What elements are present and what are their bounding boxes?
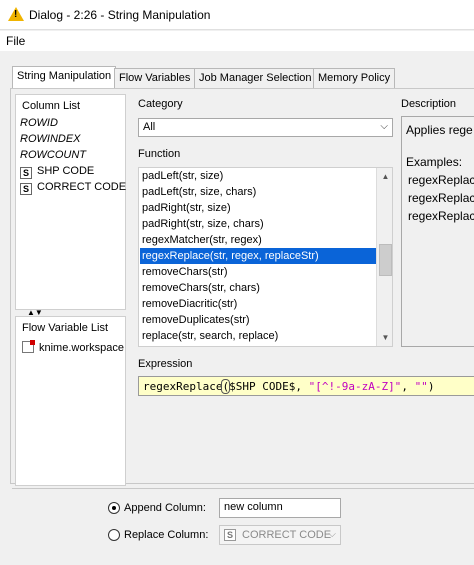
expression-function: regexReplace [143, 380, 223, 393]
expression-label: Expression [138, 358, 193, 370]
function-item[interactable]: removeChars(str, chars) [140, 280, 378, 296]
chevron-down-icon: ⌵ [380, 121, 388, 132]
flow-variable-icon [22, 340, 35, 353]
replace-column-radio[interactable] [108, 529, 120, 541]
tab-flow-variables[interactable]: Flow Variables [114, 68, 196, 88]
chevron-down-icon: ⌵ [328, 529, 336, 540]
column-list-header: Column List [22, 100, 81, 112]
function-item[interactable]: replace(str, search, replace) [140, 328, 378, 344]
function-item[interactable]: regexMatcher(str, regex) [140, 232, 378, 248]
expression-replacement: "" [414, 380, 428, 393]
description-label: Description [401, 98, 457, 110]
category-select[interactable]: All ⌵ [138, 118, 393, 137]
description-panel: Applies rege Examples: regexReplac regex… [401, 116, 474, 347]
replace-column-select[interactable]: S CORRECT CODE ⌵ [219, 525, 341, 545]
function-list-scrollbar[interactable]: ▲ ▼ [376, 168, 392, 346]
scrollbar-thumb[interactable] [379, 244, 392, 276]
string-type-icon: S [20, 183, 32, 195]
category-value: All [143, 121, 156, 133]
flow-variable-label: knime.workspace [39, 342, 124, 354]
category-label: Category [138, 98, 183, 110]
flow-variable-item[interactable]: knime.workspace [22, 340, 124, 354]
scroll-up-icon[interactable]: ▲ [378, 169, 392, 184]
replace-column-label: Replace Column: [124, 529, 209, 541]
tab-memory-policy[interactable]: Memory Policy [313, 68, 396, 88]
column-item-rowid[interactable]: ROWID [20, 117, 58, 129]
replace-column-value: CORRECT CODE [242, 529, 332, 541]
description-example: regexReplac [408, 173, 474, 187]
description-example: regexReplac [408, 209, 474, 223]
expression-close-paren: ) [427, 380, 435, 393]
window-title: Dialog - 2:26 - String Manipulation [29, 8, 211, 22]
append-column-radio[interactable] [108, 502, 120, 514]
string-type-icon: S [20, 167, 32, 179]
flow-variable-list: Flow Variable List knime.workspace [15, 316, 126, 486]
expression-regex: "[^!-9a-zA-Z]" [308, 380, 402, 393]
function-item[interactable]: padLeft(str, size, chars) [140, 184, 378, 200]
warning-triangle-icon [8, 7, 24, 21]
expression-column: $SHP CODE$ [229, 380, 296, 393]
description-example: regexReplac [408, 191, 474, 205]
column-list: Column List ROWID ROWINDEX ROWCOUNT S SHP… [15, 94, 126, 310]
tab-string-manipulation[interactable]: String Manipulation [12, 66, 117, 89]
scroll-down-icon[interactable]: ▼ [378, 330, 392, 345]
description-examples-label: Examples: [406, 155, 463, 169]
column-item-correct-code[interactable]: S CORRECT CODE [20, 181, 126, 195]
column-item-label: CORRECT CODE [37, 181, 127, 193]
column-item-rowcount[interactable]: ROWCOUNT [20, 149, 86, 161]
column-item-rowindex[interactable]: ROWINDEX [20, 133, 81, 145]
column-item-shp-code[interactable]: S SHP CODE [20, 165, 94, 179]
menu-bar: File [0, 31, 474, 51]
append-column-label: Append Column: [124, 502, 206, 514]
function-item[interactable]: removeDiacritic(str) [140, 296, 378, 312]
title-bar: Dialog - 2:26 - String Manipulation [0, 0, 474, 30]
flow-variable-list-header: Flow Variable List [22, 322, 108, 334]
column-item-label: SHP CODE [37, 165, 95, 177]
expression-separator: , [401, 380, 415, 393]
function-item-selected[interactable]: regexReplace(str, regex, replaceStr) [140, 248, 378, 264]
menu-file[interactable]: File [6, 34, 25, 48]
string-type-icon: S [224, 529, 236, 541]
tab-job-manager-selection[interactable]: Job Manager Selection [194, 68, 317, 88]
expression-text: regexReplace($SHP CODE$, "[^!-9a-zA-Z]",… [143, 379, 435, 394]
description-text: Applies rege [406, 123, 473, 137]
function-label: Function [138, 148, 181, 160]
append-column-input[interactable]: new column [219, 498, 341, 518]
function-list: padLeft(str, size) padLeft(str, size, ch… [138, 167, 393, 347]
function-item[interactable]: removeChars(str) [140, 264, 378, 280]
function-item[interactable]: padLeft(str, size) [140, 168, 378, 184]
function-item[interactable]: padRight(str, size) [140, 200, 378, 216]
expression-separator: , [295, 380, 309, 393]
function-item[interactable]: padRight(str, size, chars) [140, 216, 378, 232]
expression-editor[interactable]: regexReplace($SHP CODE$, "[^!-9a-zA-Z]",… [138, 376, 474, 396]
function-item[interactable]: removeDuplicates(str) [140, 312, 378, 328]
